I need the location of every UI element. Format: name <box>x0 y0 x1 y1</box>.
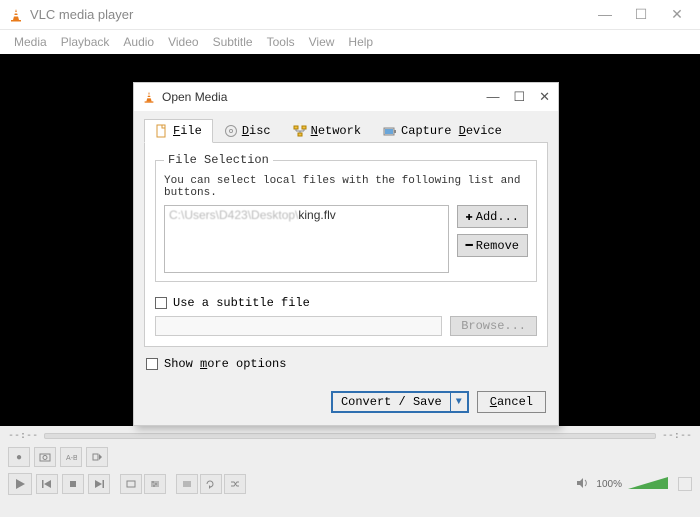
plus-icon: ✚ <box>466 209 473 224</box>
playlist-button[interactable] <box>176 474 198 494</box>
tab-file-label: File <box>173 124 202 138</box>
dialog-maximize-button[interactable]: ☐ <box>513 89 525 105</box>
subtitle-path-input <box>155 316 442 336</box>
menu-playback[interactable]: Playback <box>61 35 110 49</box>
volume-control: 100% <box>576 477 692 492</box>
file-selection-fieldset: File Selection You can select local file… <box>155 153 537 282</box>
menu-subtitle[interactable]: Subtitle <box>213 35 253 49</box>
remove-button[interactable]: ━Remove <box>457 234 528 257</box>
more-options-label: Show more options <box>164 357 286 371</box>
tab-disc[interactable]: Disc <box>213 119 282 143</box>
vlc-cone-icon <box>142 90 156 104</box>
vlc-cone-icon <box>8 7 24 23</box>
tab-network[interactable]: Network <box>282 119 372 143</box>
tab-network-label: Network <box>311 124 361 138</box>
tabs: File Disc Network Capture Device <box>144 119 548 143</box>
subtitle-checkbox-label: Use a subtitle file <box>173 296 310 310</box>
next-button[interactable] <box>88 474 110 494</box>
menu-help[interactable]: Help <box>348 35 373 49</box>
file-list[interactable]: C:\Users\D423\Desktop\king.flv <box>164 205 449 273</box>
file-name: king.flv <box>298 208 335 222</box>
menu-view[interactable]: View <box>309 35 335 49</box>
browse-button: Browse... <box>450 316 537 336</box>
tab-capture-label: Capture Device <box>401 124 502 138</box>
frame-step-button[interactable] <box>86 447 108 467</box>
subtitle-row: Use a subtitle file <box>155 296 537 310</box>
subtitle-checkbox[interactable] <box>155 297 167 309</box>
player-controls: --:-- --:-- ● A-B 100% <box>0 426 700 517</box>
record-button[interactable]: ● <box>8 447 30 467</box>
main-titlebar: VLC media player — ☐ ✕ <box>0 0 700 30</box>
menu-audio[interactable]: Audio <box>123 35 154 49</box>
convert-save-button[interactable]: Convert / Save ▼ <box>331 391 469 413</box>
menu-tools[interactable]: Tools <box>267 35 295 49</box>
cancel-button[interactable]: Cancel <box>477 391 546 413</box>
disc-icon <box>224 124 238 138</box>
tab-file[interactable]: File <box>144 119 213 143</box>
add-button[interactable]: ✚Add... <box>457 205 528 228</box>
mini-mode-button[interactable] <box>678 477 692 491</box>
speaker-icon[interactable] <box>576 477 590 492</box>
dialog-actions: Convert / Save ▼ Cancel <box>134 381 558 425</box>
seek-bar[interactable] <box>44 433 656 439</box>
capture-icon <box>383 124 397 138</box>
extended-settings-button[interactable] <box>144 474 166 494</box>
chevron-down-icon[interactable]: ▼ <box>451 395 467 410</box>
close-button[interactable]: ✕ <box>668 6 686 23</box>
time-total: --:-- <box>662 430 692 441</box>
menubar: Media Playback Audio Video Subtitle Tool… <box>0 30 700 54</box>
app-title: VLC media player <box>30 7 596 22</box>
fullscreen-button[interactable] <box>120 474 142 494</box>
maximize-button[interactable]: ☐ <box>632 6 650 23</box>
prev-button[interactable] <box>36 474 58 494</box>
minimize-button[interactable]: — <box>596 6 614 23</box>
more-options-checkbox[interactable] <box>146 358 158 370</box>
dialog-titlebar: Open Media — ☐ ✕ <box>134 83 558 111</box>
svg-text:A-B: A-B <box>66 455 77 462</box>
shuffle-button[interactable] <box>224 474 246 494</box>
time-elapsed: --:-- <box>8 430 38 441</box>
file-selection-desc: You can select local files with the foll… <box>164 175 528 199</box>
file-selection-legend: File Selection <box>164 153 273 167</box>
open-media-dialog: Open Media — ☐ ✕ File Disc Network Captu… <box>133 82 559 426</box>
volume-slider[interactable] <box>628 477 668 491</box>
volume-percent: 100% <box>596 479 622 490</box>
loop-ab-button[interactable]: A-B <box>60 447 82 467</box>
dialog-minimize-button[interactable]: — <box>486 89 499 105</box>
minus-icon: ━ <box>466 238 473 253</box>
menu-media[interactable]: Media <box>14 35 47 49</box>
play-button[interactable] <box>8 473 32 495</box>
file-icon <box>155 124 169 138</box>
dialog-title: Open Media <box>162 90 486 104</box>
tab-panel-file: File Selection You can select local file… <box>144 142 548 347</box>
more-options-row: Show more options <box>146 357 548 371</box>
tab-disc-label: Disc <box>242 124 271 138</box>
network-icon <box>293 124 307 138</box>
tab-capture[interactable]: Capture Device <box>372 119 513 143</box>
menu-video[interactable]: Video <box>168 35 198 49</box>
file-path-blurred: C:\Users\D423\Desktop\ <box>169 208 298 222</box>
stop-button[interactable] <box>62 474 84 494</box>
dialog-close-button[interactable]: ✕ <box>539 89 550 105</box>
loop-button[interactable] <box>200 474 222 494</box>
snapshot-button[interactable] <box>34 447 56 467</box>
